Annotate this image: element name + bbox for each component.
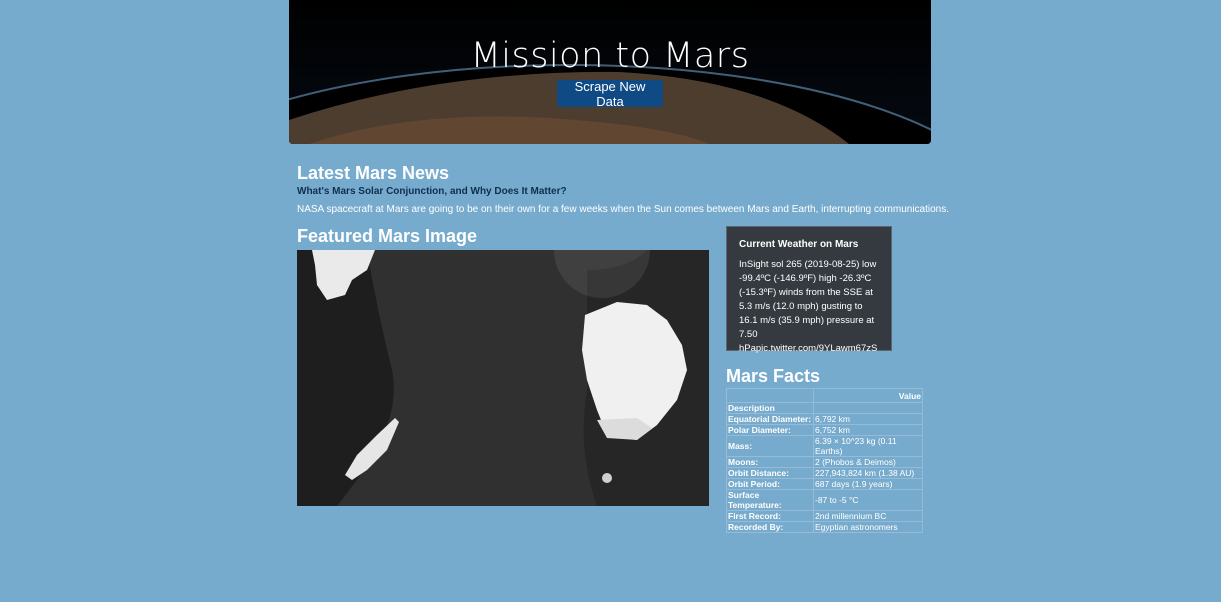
news-heading: Latest Mars News [297, 163, 450, 183]
fact-label: Recorded By: [726, 521, 814, 533]
weather-panel: Current Weather on Mars InSight sol 265 … [726, 226, 892, 354]
fact-label: Polar Diameter: [726, 424, 814, 436]
table-row: Mass: 6.39 × 10^23 kg (0.11 Earths) [726, 435, 923, 457]
news-paragraph: NASA spacecraft at Mars are going to be … [297, 204, 950, 215]
fact-value: 6.39 × 10^23 kg (0.11 Earths) [813, 435, 923, 457]
featured-image-heading: Featured Mars Image [297, 226, 478, 246]
fact-label: Moons: [726, 456, 814, 468]
table-row: Description [726, 402, 923, 414]
fact-value: 2 (Phobos & Deimos) [813, 456, 923, 468]
table-row: Surface Temperature: -87 to -5 °C [726, 489, 923, 511]
fact-value: 687 days (1.9 years) [813, 478, 923, 490]
table-row: Polar Diameter: 6,752 km [726, 424, 923, 436]
news-title: What's Mars Solar Conjunction, and Why D… [297, 186, 567, 197]
featured-mars-image [297, 250, 709, 506]
weather-text: InSight sol 265 (2019-08-25) low -99.4ºC… [739, 259, 878, 354]
weather-title: Current Weather on Mars [739, 239, 859, 250]
fact-value: 6,792 km [813, 413, 923, 425]
table-header-value: Value [813, 388, 923, 403]
fact-label: Description [726, 402, 814, 414]
table-row: Equatorial Diameter: 6,792 km [726, 413, 923, 425]
table-row: Recorded By: Egyptian astronomers [726, 521, 923, 533]
fact-label: Surface Temperature: [726, 489, 814, 511]
fact-value [813, 402, 923, 414]
table-row: Moons: 2 (Phobos & Deimos) [726, 456, 923, 468]
mars-facts-heading: Mars Facts [726, 366, 821, 386]
fact-label: Mass: [726, 435, 814, 457]
mars-facts-table: Value Description Equatorial Diameter: 6,… [726, 388, 923, 533]
table-row: First Record: 2nd millennium BC [726, 510, 923, 522]
table-row: Orbit Distance: 227,943,824 km (1.38 AU) [726, 467, 923, 479]
fact-label: Equatorial Diameter: [726, 413, 814, 425]
scrape-new-data-button[interactable]: Scrape New Data [557, 79, 663, 109]
table-row: Orbit Period: 687 days (1.9 years) [726, 478, 923, 490]
table-header-empty [726, 388, 814, 403]
hero-banner: Mission to Mars [289, 0, 931, 144]
table-header-row: Value [726, 388, 923, 403]
fact-label: Orbit Distance: [726, 467, 814, 479]
fact-value: 227,943,824 km (1.38 AU) [813, 467, 923, 479]
fact-value: 6,752 km [813, 424, 923, 436]
page-title: Mission to Mars [470, 36, 750, 76]
fact-label: Orbit Period: [726, 478, 814, 490]
fact-value: 2nd millennium BC [813, 510, 923, 522]
fact-value: Egyptian astronomers [813, 521, 923, 533]
fact-label: First Record: [726, 510, 814, 522]
fact-value: -87 to -5 °C [813, 489, 923, 511]
